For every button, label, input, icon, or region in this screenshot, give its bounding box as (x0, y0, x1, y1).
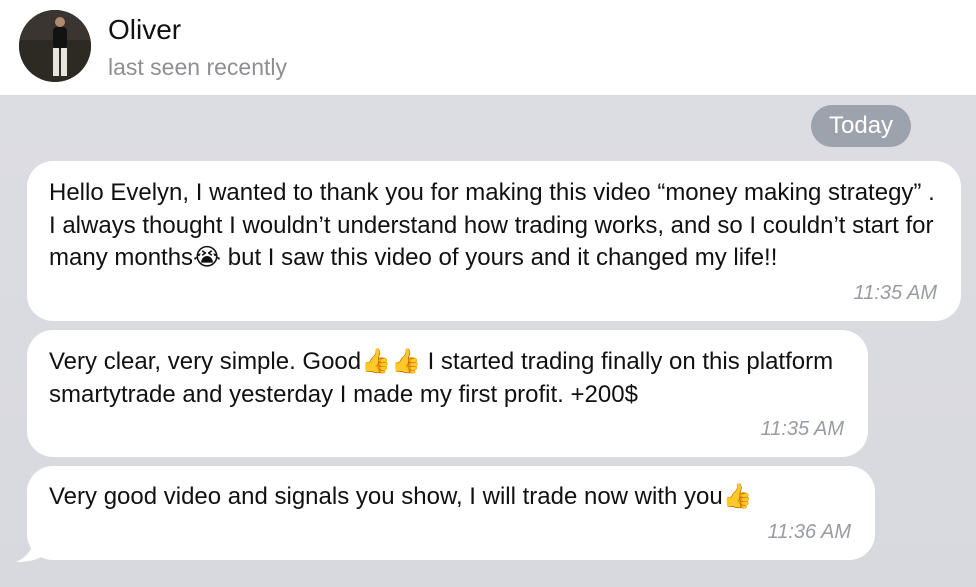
message-bubble[interactable]: Very clear, very simple. Good👍👍 I starte… (27, 330, 868, 457)
message-text: Hello Evelyn, I wanted to thank you for … (49, 179, 942, 271)
message-text: Very good video and signals you show, I … (49, 483, 753, 510)
message-list[interactable]: Today Hello Evelyn, I wanted to thank yo… (0, 96, 976, 587)
message-timestamp: 11:35 AM (760, 417, 844, 440)
message-timestamp: 11:35 AM (853, 281, 937, 304)
contact-status: last seen recently (108, 54, 287, 80)
message-timestamp: 11:36 AM (767, 520, 851, 543)
avatar-photo (19, 10, 91, 82)
contact-avatar[interactable] (19, 10, 91, 82)
chat-header: Oliver last seen recently (0, 0, 976, 96)
message-bubble[interactable]: Hello Evelyn, I wanted to thank you for … (27, 161, 961, 321)
message-text: Very clear, very simple. Good👍👍 I starte… (49, 348, 840, 408)
contact-name[interactable]: Oliver (108, 14, 181, 46)
message-bubble[interactable]: Very good video and signals you show, I … (27, 466, 875, 560)
date-separator: Today (811, 105, 912, 147)
